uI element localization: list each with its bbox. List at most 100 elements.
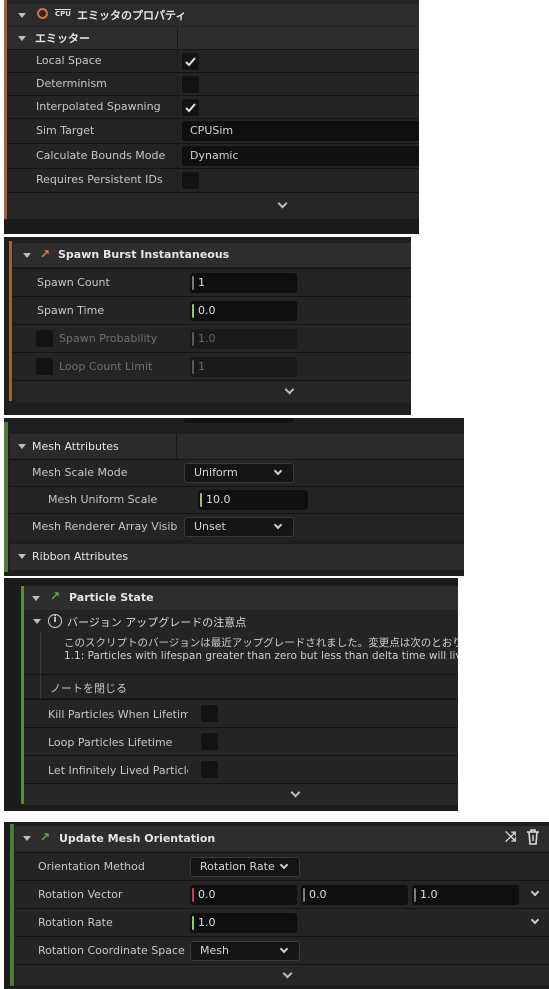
property-row-interpolated-spawning: Interpolated Spawning — [7, 95, 419, 118]
calculate-bounds-mode-field[interactable]: Dynamic — [182, 146, 419, 166]
loop-count-limit-enable-checkbox[interactable] — [36, 358, 53, 375]
property-label: Sim Target — [36, 124, 95, 137]
close-note-link[interactable]: ノートを閉じる — [50, 680, 127, 696]
collapse-triangle-icon[interactable] — [18, 36, 26, 41]
property-label: Local Space — [36, 54, 102, 67]
property-row-kill-particles-when-lifetime: Kill Particles When Lifetime — [24, 699, 458, 727]
rotation-vector-x-input[interactable]: 0.0 — [190, 885, 297, 905]
collapse-triangle-icon[interactable] — [18, 13, 26, 18]
expand-chevron-icon[interactable] — [290, 787, 301, 798]
version-note-body: このスクリプトのバージョンは最近アップグレードされました。変更点は次のとおりで … — [24, 632, 458, 674]
expand-rate-chevron-icon[interactable] — [530, 915, 540, 925]
emitter-properties-title: エミッタのプロパティ — [77, 9, 187, 22]
mesh-uniform-scale-input[interactable]: 10.0 — [198, 490, 308, 510]
property-row-orientation-method: Orientation Method Rotation Rate — [15, 852, 549, 880]
local-space-checkbox[interactable] — [182, 53, 199, 70]
emitter-section-header[interactable]: エミッター — [7, 27, 419, 49]
mesh-attributes-section-header[interactable]: Mesh Attributes — [10, 434, 464, 459]
spawn-burst-title: Spawn Burst Instantaneous — [58, 248, 230, 261]
emitter-properties-header[interactable]: CPU エミッタのプロパティ — [7, 4, 419, 26]
spawn-probability-enable-checkbox[interactable] — [36, 330, 53, 347]
close-note-row[interactable]: ノートを閉じる — [24, 674, 458, 699]
update-mesh-orientation-panel: ↗ Update Mesh Orientation ⤨ Orientation … — [4, 822, 549, 989]
spawn-burst-header[interactable]: ↗ Spawn Burst Instantaneous — [13, 243, 411, 267]
property-row-spawn-probability: Spawn Probability 1.0 — [13, 324, 411, 352]
property-row-local-space: Local Space — [7, 49, 419, 72]
mesh-scale-mode-dropdown[interactable]: Uniform — [184, 463, 294, 483]
particle-state-header[interactable]: ↗ Particle State — [24, 586, 458, 610]
property-row-calculate-bounds-mode: Calculate Bounds Mode Dynamic — [7, 143, 419, 168]
expand-row[interactable] — [7, 192, 419, 218]
expand-chevron-icon[interactable] — [277, 198, 288, 209]
determinism-checkbox[interactable] — [182, 76, 199, 93]
spawn-module-icon: ↗ — [40, 247, 51, 261]
property-row-requires-persistent-ids: Requires Persistent IDs — [7, 168, 419, 191]
property-row-mesh-scale-mode: Mesh Scale Mode Uniform — [10, 459, 464, 486]
particle-state-title: Particle State — [69, 591, 154, 604]
update-mesh-orientation-header[interactable]: ↗ Update Mesh Orientation ⤨ — [15, 826, 549, 852]
expand-row[interactable] — [24, 783, 458, 805]
rotation-vector-y-input[interactable]: 0.0 — [301, 885, 408, 905]
expand-row[interactable] — [15, 964, 549, 986]
rotation-coordinate-space-dropdown[interactable]: Mesh — [190, 941, 300, 961]
chevron-down-icon — [279, 944, 289, 954]
update-mesh-orientation-title: Update Mesh Orientation — [59, 832, 216, 845]
mesh-renderer-array-visibility-dropdown[interactable]: Unset — [184, 517, 294, 537]
spawn-time-input[interactable]: 0.0 — [190, 301, 297, 321]
collapse-triangle-icon[interactable] — [32, 596, 40, 601]
kill-particles-checkbox[interactable] — [201, 705, 218, 722]
collapse-triangle-icon[interactable] — [23, 253, 31, 258]
orientation-method-dropdown[interactable]: Rotation Rate — [190, 857, 300, 877]
ribbon-attributes-section-header[interactable]: Ribbon Attributes — [10, 544, 464, 570]
interpolated-spawning-checkbox[interactable] — [182, 99, 199, 116]
property-label: Loop Particles Lifetime — [48, 736, 173, 749]
emitter-properties-panel: CPU エミッタのプロパティ エミッター Local Space Determi… — [4, 0, 419, 234]
collapse-triangle-icon[interactable] — [23, 836, 31, 841]
sim-target-field[interactable]: CPUSim — [182, 121, 419, 141]
chevron-down-icon — [279, 860, 289, 870]
collapse-triangle-icon[interactable] — [18, 554, 26, 559]
property-row-spawn-time: Spawn Time 0.0 — [13, 296, 411, 324]
spawn-count-input[interactable]: 1 — [190, 273, 297, 293]
ribbon-attributes-label: Ribbon Attributes — [32, 550, 129, 563]
infinitely-lived-particles-checkbox[interactable] — [201, 761, 218, 778]
property-row-loop-particles-lifetime: Loop Particles Lifetime — [24, 727, 458, 755]
property-label: Orientation Method — [38, 860, 145, 873]
trash-icon[interactable] — [526, 829, 540, 848]
property-label: Rotation Coordinate Space — [38, 944, 185, 957]
expand-chevron-icon[interactable] — [282, 968, 293, 979]
version-note-title: バージョン アップグレードの注意点 — [67, 616, 247, 629]
rotation-rate-input[interactable]: 1.0 — [190, 913, 297, 933]
property-row-loop-count-limit: Loop Count Limit 1 — [13, 352, 411, 380]
chevron-down-icon — [273, 466, 283, 476]
expand-vector-chevron-icon[interactable] — [530, 887, 540, 897]
property-row-mesh-uniform-scale: Mesh Uniform Scale 10.0 — [10, 486, 464, 513]
collapse-triangle-icon[interactable] — [18, 444, 26, 449]
property-label: Rotation Vector — [38, 888, 123, 901]
shuffle-icon[interactable]: ⤨ — [505, 829, 516, 845]
property-label: Requires Persistent IDs — [36, 173, 163, 186]
property-label: Spawn Probability — [59, 332, 158, 345]
property-label: Loop Count Limit — [59, 360, 153, 373]
expand-row[interactable] — [13, 380, 411, 402]
property-label: Rotation Rate — [38, 916, 113, 929]
property-label: Kill Particles When Lifetime — [48, 708, 188, 721]
update-color-bar — [10, 824, 14, 986]
collapse-triangle-icon[interactable] — [33, 619, 41, 624]
particle-state-panel: ↗ Particle State i バージョン アップグレードの注意点 このス… — [4, 578, 458, 811]
spawn-probability-input[interactable]: 1.0 — [190, 329, 297, 349]
spawn-color-bar — [9, 241, 12, 401]
mesh-attributes-label: Mesh Attributes — [32, 440, 119, 453]
info-icon: i — [48, 614, 62, 628]
loop-particles-lifetime-checkbox[interactable] — [201, 733, 218, 750]
update-module-icon: ↗ — [50, 589, 61, 603]
version-note-header[interactable]: i バージョン アップグレードの注意点 — [24, 610, 458, 632]
loop-count-limit-input[interactable]: 1 — [190, 357, 297, 377]
property-row-determinism: Determinism — [7, 72, 419, 95]
expand-chevron-icon[interactable] — [284, 384, 295, 395]
requires-persistent-ids-checkbox[interactable] — [182, 172, 199, 189]
update-module-icon: ↗ — [40, 830, 51, 844]
rotation-vector-z-input[interactable]: 1.0 — [412, 885, 519, 905]
chevron-down-icon — [273, 520, 283, 530]
property-row-spawn-count: Spawn Count 1 — [13, 268, 411, 296]
